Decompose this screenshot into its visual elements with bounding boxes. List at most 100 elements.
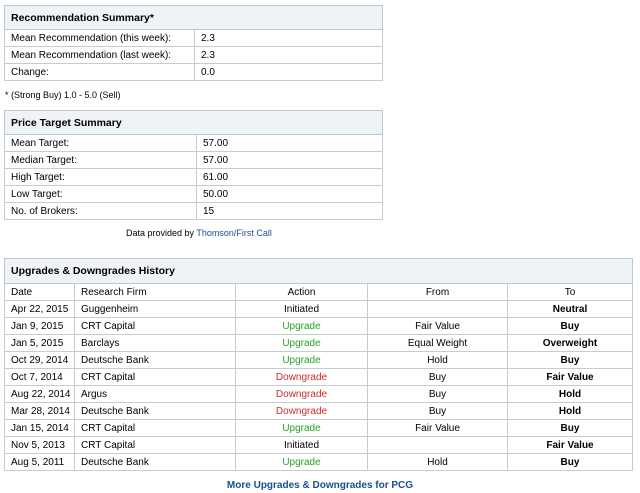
row-research-firm: CRT Capital <box>74 317 236 335</box>
row-research-firm: Barclays <box>74 334 236 352</box>
price-target-row: Low Target: 50.00 <box>4 185 383 203</box>
price-target-summary-table: Price Target Summary Mean Target: 57.00 … <box>4 110 383 220</box>
table-row: Nov 5, 2013 CRT Capital Initiated Fair Valu… <box>4 436 633 454</box>
price-target-label: High Target: <box>4 168 197 186</box>
row-action: Downgrade <box>235 368 368 386</box>
row-action: Upgrade <box>235 334 368 352</box>
row-to: Fair Value <box>507 436 633 454</box>
row-research-firm: CRT Capital <box>74 436 236 454</box>
upgrades-downgrades-table: Upgrades & Downgrades History Date Resea… <box>4 258 633 471</box>
price-target-value: 61.00 <box>196 168 383 186</box>
row-date: Oct 29, 2014 <box>4 351 75 369</box>
column-header-date: Date <box>4 283 75 301</box>
column-header-from: From <box>367 283 508 301</box>
row-action: Upgrade <box>235 453 368 471</box>
row-research-firm: CRT Capital <box>74 368 236 386</box>
row-from: Fair Value <box>367 317 508 335</box>
price-target-value: 15 <box>196 202 383 220</box>
row-action: Downgrade <box>235 385 368 403</box>
thomson-first-call-link[interactable]: Thomson/First Call <box>196 228 272 238</box>
price-target-value: 57.00 <box>196 151 383 169</box>
row-date: Jan 9, 2015 <box>4 317 75 335</box>
table-row: Jan 5, 2015 Barclays Upgrade Equal Weight Ov… <box>4 334 633 352</box>
row-action: Downgrade <box>235 402 368 420</box>
price-target-row: Mean Target: 57.00 <box>4 134 383 152</box>
recommendation-scale-note: * (Strong Buy) 1.0 - 5.0 (Sell) <box>5 90 121 100</box>
row-to: Buy <box>507 317 633 335</box>
row-to: Hold <box>507 385 633 403</box>
recommendation-label: Mean Recommendation (last week): <box>4 46 195 64</box>
row-action: Upgrade <box>235 351 368 369</box>
column-header-to: To <box>507 283 633 301</box>
row-from: Equal Weight <box>367 334 508 352</box>
row-to: Buy <box>507 453 633 471</box>
row-research-firm: CRT Capital <box>74 419 236 437</box>
recommendation-value: 2.3 <box>194 46 383 64</box>
row-to: Neutral <box>507 300 633 318</box>
price-target-value: 57.00 <box>196 134 383 152</box>
recommendation-label: Change: <box>4 63 195 81</box>
price-target-label: Low Target: <box>4 185 197 203</box>
table-row: Jan 15, 2014 CRT Capital Upgrade Fair Value… <box>4 419 633 437</box>
history-column-headers: Date Research Firm Action From To <box>4 283 633 301</box>
recommendation-row: Change: 0.0 <box>4 63 383 81</box>
price-target-label: Mean Target: <box>4 134 197 152</box>
row-action: Initiated <box>235 300 368 318</box>
column-header-action: Action <box>235 283 368 301</box>
table-row: Aug 22, 2014 Argus Downgrade Buy Hold <box>4 385 633 403</box>
price-target-row: No. of Brokers: 15 <box>4 202 383 220</box>
row-date: Nov 5, 2013 <box>4 436 75 454</box>
price-target-label: No. of Brokers: <box>4 202 197 220</box>
data-credit-prefix: Data provided by <box>126 228 197 238</box>
row-from: Buy <box>367 385 508 403</box>
table-row: Apr 22, 2015 Guggenheim Initiated Neutral <box>4 300 633 318</box>
recommendation-summary-table: Recommendation Summary* Mean Recommendat… <box>4 5 383 81</box>
row-date: Aug 5, 2011 <box>4 453 75 471</box>
row-from: Buy <box>367 402 508 420</box>
price-target-label: Median Target: <box>4 151 197 169</box>
row-to: Hold <box>507 402 633 420</box>
table-row: Jan 9, 2015 CRT Capital Upgrade Fair Value B… <box>4 317 633 335</box>
row-from: Hold <box>367 351 508 369</box>
table-row: Oct 29, 2014 Deutsche Bank Upgrade Hold Buy <box>4 351 633 369</box>
price-target-title: Price Target Summary <box>4 110 383 135</box>
row-research-firm: Deutsche Bank <box>74 453 236 471</box>
row-date: Apr 22, 2015 <box>4 300 75 318</box>
recommendation-value: 2.3 <box>194 29 383 47</box>
recommendation-row: Mean Recommendation (last week): 2.3 <box>4 46 383 64</box>
row-date: Jan 5, 2015 <box>4 334 75 352</box>
table-row: Mar 28, 2014 Deutsche Bank Downgrade Buy Hol… <box>4 402 633 420</box>
row-from: Buy <box>367 368 508 386</box>
data-credit: Data provided by Thomson/First Call <box>126 228 272 238</box>
row-from <box>367 300 508 318</box>
row-to: Overweight <box>507 334 633 352</box>
row-research-firm: Guggenheim <box>74 300 236 318</box>
row-action: Upgrade <box>235 317 368 335</box>
table-row: Oct 7, 2014 CRT Capital Downgrade Buy Fair V… <box>4 368 633 386</box>
recommendation-summary-title: Recommendation Summary* <box>4 5 383 30</box>
row-from: Fair Value <box>367 419 508 437</box>
price-target-row: Median Target: 57.00 <box>4 151 383 169</box>
price-target-value: 50.00 <box>196 185 383 203</box>
row-to: Fair Value <box>507 368 633 386</box>
row-to: Buy <box>507 419 633 437</box>
row-date: Aug 22, 2014 <box>4 385 75 403</box>
row-from: Hold <box>367 453 508 471</box>
recommendation-value: 0.0 <box>194 63 383 81</box>
row-date: Jan 15, 2014 <box>4 419 75 437</box>
price-target-row: High Target: 61.00 <box>4 168 383 186</box>
recommendation-label: Mean Recommendation (this week): <box>4 29 195 47</box>
row-research-firm: Deutsche Bank <box>74 351 236 369</box>
row-action: Upgrade <box>235 419 368 437</box>
more-upgrades-downgrades-link[interactable]: More Upgrades & Downgrades for PCG <box>0 480 640 491</box>
row-date: Oct 7, 2014 <box>4 368 75 386</box>
column-header-firm: Research Firm <box>74 283 236 301</box>
row-research-firm: Argus <box>74 385 236 403</box>
row-action: Initiated <box>235 436 368 454</box>
row-date: Mar 28, 2014 <box>4 402 75 420</box>
history-title: Upgrades & Downgrades History <box>4 258 633 284</box>
row-to: Buy <box>507 351 633 369</box>
row-from <box>367 436 508 454</box>
table-row: Aug 5, 2011 Deutsche Bank Upgrade Hold Buy <box>4 453 633 471</box>
row-research-firm: Deutsche Bank <box>74 402 236 420</box>
